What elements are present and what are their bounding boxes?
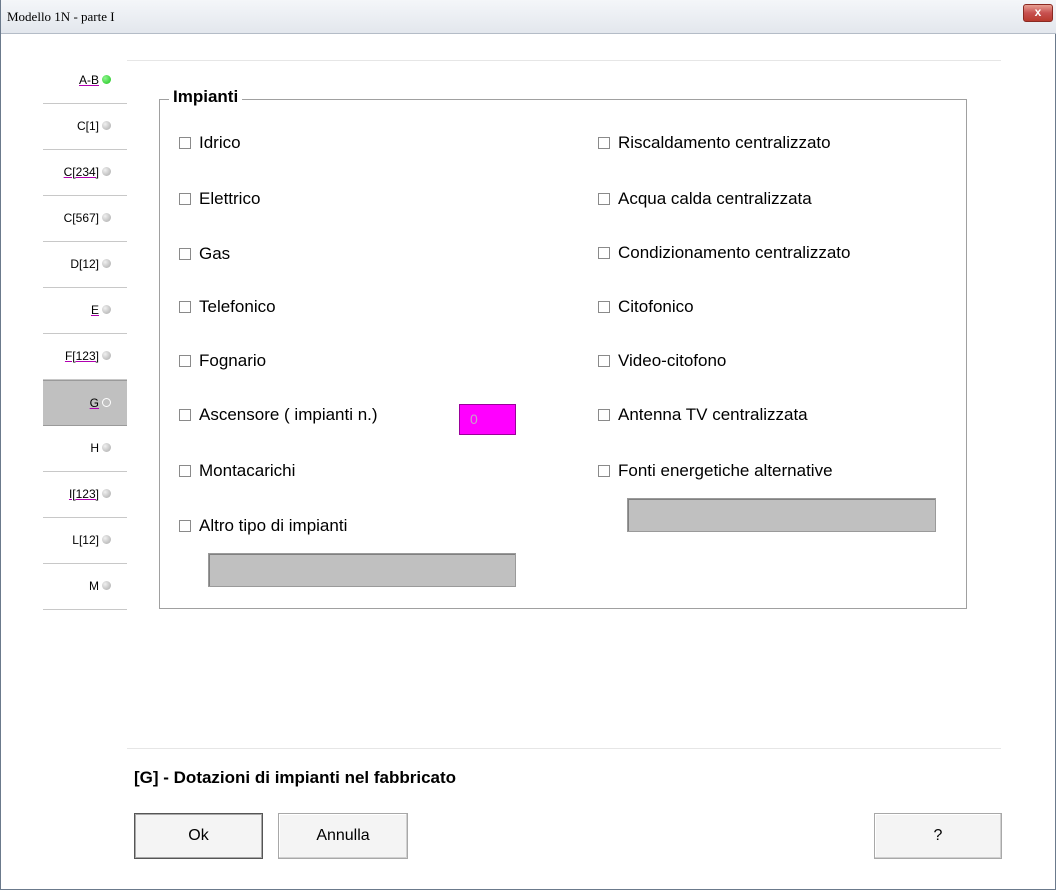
tab-e[interactable]: E — [43, 288, 127, 334]
tab-label: H — [90, 441, 99, 455]
tab-label: C[567] — [63, 211, 99, 225]
tab-label: C[1] — [76, 119, 99, 133]
tab-label: F[123] — [64, 349, 99, 363]
section-caption: [G] - Dotazioni di impianti nel fabbrica… — [134, 768, 457, 787]
checkbox-label: Acqua calda centralizzata — [618, 189, 812, 208]
checkbox-label: Altro tipo di impianti — [199, 516, 348, 535]
checkbox-label: Video-citofono — [618, 351, 727, 370]
checkbox-acqua-calda[interactable]: Acqua calda centralizzata — [598, 189, 812, 209]
checkbox-box[interactable] — [179, 355, 191, 367]
tab-l12[interactable]: L[12] — [43, 518, 127, 564]
close-button[interactable]: x — [1023, 4, 1053, 22]
tab-label: A-B — [78, 73, 99, 87]
tab-label: D[12] — [70, 257, 99, 271]
checkbox-label: Riscaldamento centralizzato — [618, 133, 831, 152]
checkbox-riscaldamento[interactable]: Riscaldamento centralizzato — [598, 133, 831, 153]
tab-c1[interactable]: C[1] — [43, 104, 127, 150]
top-divider — [127, 60, 1001, 61]
fonti-energetiche-field[interactable] — [627, 498, 936, 532]
checkbox-label: Condizionamento centralizzato — [618, 243, 851, 262]
tab-c567[interactable]: C[567] — [43, 196, 127, 242]
checkbox-label: Fognario — [199, 351, 267, 370]
close-icon: x — [1034, 5, 1042, 19]
status-dot-icon — [102, 259, 111, 268]
help-button[interactable]: ? — [874, 813, 1002, 859]
checkbox-label: Citofonico — [618, 297, 694, 316]
checkbox-label: Gas — [199, 244, 231, 263]
status-dot-icon — [102, 351, 111, 360]
bottom-divider — [127, 748, 1001, 749]
tab-a-b[interactable]: A-B — [43, 58, 127, 104]
tab-d12[interactable]: D[12] — [43, 242, 127, 288]
window-title: Modello 1N - parte I — [7, 9, 115, 24]
checkbox-box[interactable] — [598, 301, 610, 313]
checkbox-telefonico[interactable]: Telefonico — [179, 297, 276, 317]
checkbox-box[interactable] — [598, 193, 610, 205]
status-dot-icon — [102, 213, 111, 222]
checkbox-video-citofono[interactable]: Video-citofono — [598, 351, 726, 371]
status-dot-icon — [102, 167, 111, 176]
status-dot-icon — [102, 443, 111, 452]
title-bar[interactable]: Modello 1N - parte I x — [1, 0, 1056, 34]
checkbox-label: Montacarichi — [199, 461, 296, 480]
tab-c234[interactable]: C[234] — [43, 150, 127, 196]
annulla-button[interactable]: Annulla — [278, 813, 408, 859]
checkbox-elettrico[interactable]: Elettrico — [179, 189, 260, 209]
tab-label: L[12] — [72, 533, 99, 547]
checkbox-idrico[interactable]: Idrico — [179, 133, 241, 153]
tab-label: E — [90, 303, 99, 317]
status-dot-icon — [102, 305, 111, 314]
checkbox-box[interactable] — [179, 465, 191, 477]
tab-label: I[123] — [68, 487, 99, 501]
status-dot-icon — [102, 489, 111, 498]
checkbox-box[interactable] — [598, 409, 610, 421]
checkbox-box[interactable] — [179, 248, 191, 260]
ascensore-count-field[interactable]: 0 — [459, 404, 516, 435]
group-title: Impianti — [169, 87, 243, 107]
ok-button[interactable]: Ok — [134, 813, 263, 859]
section-tab-list: A-B C[1] C[234] C[567] D[12] E F[123] G — [43, 58, 127, 610]
tab-i123[interactable]: I[123] — [43, 472, 127, 518]
checkbox-fonti-energetiche[interactable]: Fonti energetiche alternative — [598, 461, 833, 481]
checkbox-box[interactable] — [179, 193, 191, 205]
checkbox-label: Fonti energetiche alternative — [618, 461, 833, 480]
checkbox-antenna-tv[interactable]: Antenna TV centralizzata — [598, 405, 808, 425]
status-dot-icon — [102, 398, 111, 407]
tab-label: G — [89, 396, 99, 410]
checkbox-box[interactable] — [598, 465, 610, 477]
tab-m[interactable]: M — [43, 564, 127, 610]
checkbox-condizionamento[interactable]: Condizionamento centralizzato — [598, 243, 850, 263]
checkbox-ascensore[interactable]: Ascensore ( impianti n.) — [179, 405, 378, 425]
checkbox-label: Telefonico — [199, 297, 276, 316]
tab-h[interactable]: H — [43, 426, 127, 472]
tab-f123[interactable]: F[123] — [43, 334, 127, 380]
checkbox-box[interactable] — [179, 520, 191, 532]
checkbox-citofonico[interactable]: Citofonico — [598, 297, 694, 317]
checkbox-label: Idrico — [199, 133, 241, 152]
dialog-window: Modello 1N - parte I x A-B C[1] C[234] C… — [0, 0, 1056, 890]
tab-g[interactable]: G — [43, 380, 127, 426]
checkbox-box[interactable] — [598, 355, 610, 367]
checkbox-box[interactable] — [179, 301, 191, 313]
checkbox-label: Elettrico — [199, 189, 261, 208]
status-dot-icon — [102, 535, 111, 544]
status-dot-icon — [102, 121, 111, 130]
altro-impianti-field[interactable] — [208, 553, 516, 587]
checkbox-fognario[interactable]: Fognario — [179, 351, 266, 371]
checkbox-box[interactable] — [179, 137, 191, 149]
checkbox-label: Antenna TV centralizzata — [618, 405, 808, 424]
tab-label: C[234] — [63, 165, 99, 179]
checkbox-box[interactable] — [598, 247, 610, 259]
tab-label: M — [89, 579, 99, 593]
checkbox-box[interactable] — [179, 409, 191, 421]
checkbox-altro[interactable]: Altro tipo di impianti — [179, 516, 347, 536]
status-dot-icon — [102, 581, 111, 590]
checkbox-label: Ascensore ( impianti n.) — [199, 405, 378, 424]
checkbox-gas[interactable]: Gas — [179, 244, 230, 264]
status-dot-icon — [102, 75, 111, 84]
checkbox-montacarichi[interactable]: Montacarichi — [179, 461, 295, 481]
checkbox-box[interactable] — [598, 137, 610, 149]
